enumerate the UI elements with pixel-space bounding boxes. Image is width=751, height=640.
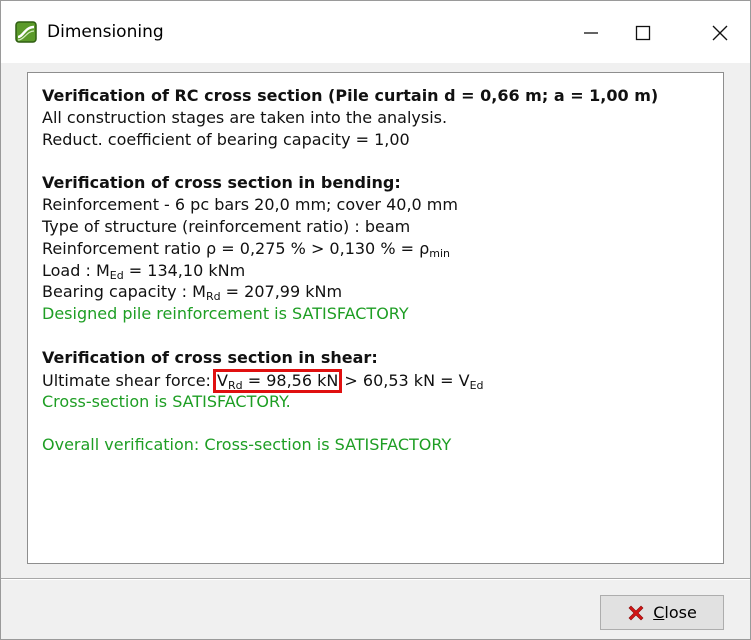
window-close-button[interactable] — [690, 13, 750, 53]
reinforcement-line: Reinforcement - 6 pc bars 20,0 mm; cover… — [42, 195, 458, 215]
dimensioning-dialog: Dimensioning Verification of RC cross se… — [0, 0, 751, 640]
reduction-coefficient: Reduct. coefficient of bearing capacity … — [42, 129, 410, 149]
app-logo-icon — [15, 21, 37, 43]
shear-result: Cross-section is SATISFACTORY. — [42, 391, 291, 411]
maximize-icon — [635, 25, 651, 41]
bending-heading: Verification of cross section in bending… — [42, 173, 401, 193]
minimize-icon — [584, 32, 598, 34]
close-icon — [712, 25, 728, 41]
close-button[interactable]: Close — [600, 595, 724, 630]
load-line: Load : MEd = 134,10 kNm — [42, 260, 246, 282]
bearing-capacity-line: Bearing capacity : MRd = 207,99 kNm — [42, 282, 343, 304]
close-button-label: Close — [653, 603, 697, 622]
results-text: Verification of RC cross section (Pile c… — [42, 85, 712, 456]
bending-result: Designed pile reinforcement is SATISFACT… — [42, 304, 409, 324]
maximize-button[interactable] — [613, 13, 673, 53]
window-title: Dimensioning — [47, 22, 164, 42]
stages-note: All construction stages are taken into t… — [42, 107, 448, 127]
section-heading: Verification of RC cross section (Pile c… — [42, 86, 659, 105]
title-bar: Dimensioning — [1, 1, 750, 63]
minimize-button[interactable] — [561, 13, 621, 53]
shear-heading: Verification of cross section in shear: — [42, 347, 378, 367]
structure-type-line: Type of structure (reinforcement ratio) … — [42, 216, 411, 236]
shear-resistance-highlight: VRd = 98,56 kN — [213, 368, 343, 393]
red-x-icon — [627, 604, 645, 622]
shear-force-line: Ultimate shear force: VRd = 98,56 kN > 6… — [42, 368, 484, 393]
results-panel: Verification of RC cross section (Pile c… — [27, 72, 724, 564]
reinforcement-ratio-line: Reinforcement ratio ρ = 0,275 % > 0,130 … — [42, 238, 451, 260]
overall-result: Overall verification: Cross-section is S… — [42, 435, 452, 455]
